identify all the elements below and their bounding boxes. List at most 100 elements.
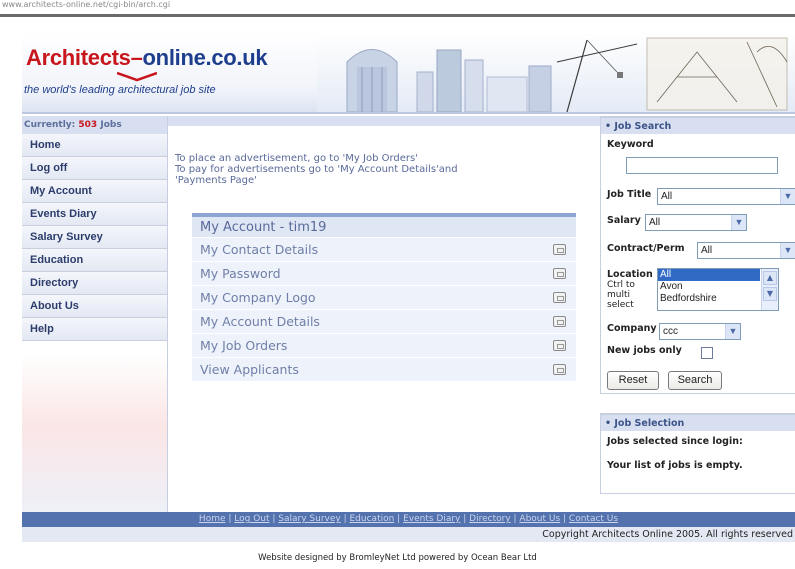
jobs-word: Jobs (100, 120, 122, 130)
location-scrollbar[interactable]: ▲ ▼ (761, 269, 778, 310)
footer-link-events-diary[interactable]: Events Diary (403, 514, 460, 524)
account-link-contact-details[interactable]: My Contact Details (192, 237, 576, 261)
sidebar-item-my-account[interactable]: My Account (22, 180, 167, 203)
account-title: My Account - tim19 (192, 217, 576, 237)
job-search-header: • Job Search (601, 117, 795, 134)
footer-link-home[interactable]: Home (199, 514, 226, 524)
location-label: Location (607, 269, 653, 280)
company-label: Company (607, 323, 657, 334)
location-hint: Ctrl to multi select (607, 280, 635, 310)
chevron-down-icon[interactable]: ▼ (731, 215, 746, 230)
skyline-banner-image (317, 32, 795, 112)
copyright-text: Copyright Architects Online 2005. All ri… (22, 527, 795, 542)
logo-swoosh-icon (117, 72, 157, 82)
account-link-label: My Job Orders (200, 338, 288, 353)
top-divider (0, 14, 795, 17)
contract-value: All (701, 245, 713, 256)
salary-select[interactable]: All ▼ (645, 214, 747, 231)
job-title-select[interactable]: All ▼ (657, 188, 795, 205)
location-hint-line: select (607, 300, 634, 310)
sidebar-nav: Home Log off My Account Events Diary Sal… (22, 134, 167, 341)
chevron-up-icon[interactable]: ▲ (763, 271, 777, 285)
main-content: To place an advertisement, go to 'My Job… (168, 116, 600, 512)
logo-part-architects: Architects (26, 45, 131, 70)
logo-dash: – (130, 45, 143, 70)
reset-button[interactable]: Reset (607, 371, 659, 390)
footer-link-salary-survey[interactable]: Salary Survey (278, 514, 340, 524)
job-search-panel: • Job Search Keyword Job Title All ▼ Sal… (600, 116, 795, 394)
location-hint-line: multi (607, 290, 631, 300)
company-select[interactable]: ccc ▼ (659, 323, 741, 340)
site-logo[interactable]: Architects–online.co.uk (26, 45, 268, 71)
sidebar-item-events-diary[interactable]: Events Diary (22, 203, 167, 226)
keyword-label: Keyword (607, 139, 654, 150)
account-link-job-orders[interactable]: My Job Orders (192, 333, 576, 357)
account-link-company-logo[interactable]: My Company Logo (192, 285, 576, 309)
contract-select[interactable]: All ▼ (697, 242, 795, 259)
left-sidebar: Currently: 503 Jobs Home Log off My Acco… (22, 116, 168, 512)
job-count-bar: Currently: 503 Jobs (22, 116, 167, 134)
site-header: Architects–online.co.uk the world's lead… (22, 32, 795, 114)
my-account-panel: My Account - tim19 My Contact Details My… (192, 213, 576, 381)
chevron-down-icon[interactable]: ▼ (780, 189, 795, 204)
currently-label: Currently: (24, 120, 76, 130)
address-text: www.architects-online.net/cgi-bin/arch.c… (2, 0, 171, 9)
job-title-label: Job Title (607, 189, 652, 200)
job-count: 503 (78, 120, 98, 130)
chevron-down-icon[interactable]: ▼ (763, 287, 777, 301)
go-icon[interactable] (553, 364, 566, 375)
account-link-label: My Account Details (200, 314, 320, 329)
footer-nav: Home | Log Out | Salary Survey | Educati… (22, 512, 795, 527)
go-icon[interactable] (553, 244, 566, 255)
footer-link-about-us[interactable]: About Us (519, 514, 560, 524)
salary-value: All (649, 217, 661, 228)
new-jobs-checkbox[interactable] (701, 347, 713, 359)
new-jobs-label: New jobs only (607, 345, 682, 356)
intro-text: To place an advertisement, go to 'My Job… (175, 153, 575, 186)
intro-line-1: To place an advertisement, go to 'My Job… (175, 153, 418, 164)
search-button[interactable]: Search (668, 371, 722, 390)
footer-link-log-out[interactable]: Log Out (234, 514, 269, 524)
salary-label: Salary (607, 215, 641, 226)
company-value: ccc (663, 326, 678, 337)
account-link-password[interactable]: My Password (192, 261, 576, 285)
go-icon[interactable] (553, 292, 566, 303)
location-option[interactable]: Avon (658, 281, 778, 293)
account-link-label: My Contact Details (200, 242, 319, 257)
location-listbox[interactable]: All Avon Bedfordshire ▲ ▼ (657, 268, 779, 311)
account-link-view-applicants[interactable]: View Applicants (192, 357, 576, 381)
intro-line-3: 'Payments Page' (175, 175, 257, 186)
footer-link-directory[interactable]: Directory (469, 514, 510, 524)
location-hint-line: Ctrl to (607, 280, 635, 290)
right-sidebar: • Job Search Keyword Job Title All ▼ Sal… (600, 116, 795, 512)
main-top-strip (168, 116, 600, 126)
chevron-down-icon[interactable]: ▼ (725, 324, 740, 339)
site-tagline: the world's leading architectural job si… (24, 84, 216, 96)
account-link-label: My Company Logo (200, 290, 316, 305)
sidebar-item-about-us[interactable]: About Us (22, 295, 167, 318)
go-icon[interactable] (553, 340, 566, 351)
sidebar-item-log-off[interactable]: Log off (22, 157, 167, 180)
job-selection-header: • Job Selection (601, 414, 795, 431)
sidebar-item-education[interactable]: Education (22, 249, 167, 272)
intro-line-2: To pay for advertisements go to 'My Acco… (175, 164, 458, 175)
selected-since-login: Jobs selected since login: (607, 436, 743, 447)
designed-by-text: Website designed by BromleyNet Ltd power… (258, 553, 537, 563)
location-option[interactable]: Bedfordshire (658, 293, 778, 305)
footer-link-education[interactable]: Education (350, 514, 395, 524)
sidebar-item-directory[interactable]: Directory (22, 272, 167, 295)
go-icon[interactable] (553, 316, 566, 327)
sidebar-item-help[interactable]: Help (22, 318, 167, 341)
go-icon[interactable] (553, 268, 566, 279)
account-link-account-details[interactable]: My Account Details (192, 309, 576, 333)
account-link-label: My Password (200, 266, 281, 281)
keyword-input[interactable] (626, 157, 778, 174)
sidebar-item-salary-survey[interactable]: Salary Survey (22, 226, 167, 249)
footer-link-contact-us[interactable]: Contact Us (569, 514, 618, 524)
location-option[interactable]: All (658, 269, 760, 281)
account-link-label: View Applicants (200, 362, 299, 377)
contract-label: Contract/Perm (607, 243, 685, 254)
empty-job-list-message: Your list of jobs is empty. (607, 460, 743, 471)
chevron-down-icon[interactable]: ▼ (780, 243, 795, 258)
sidebar-item-home[interactable]: Home (22, 134, 167, 157)
